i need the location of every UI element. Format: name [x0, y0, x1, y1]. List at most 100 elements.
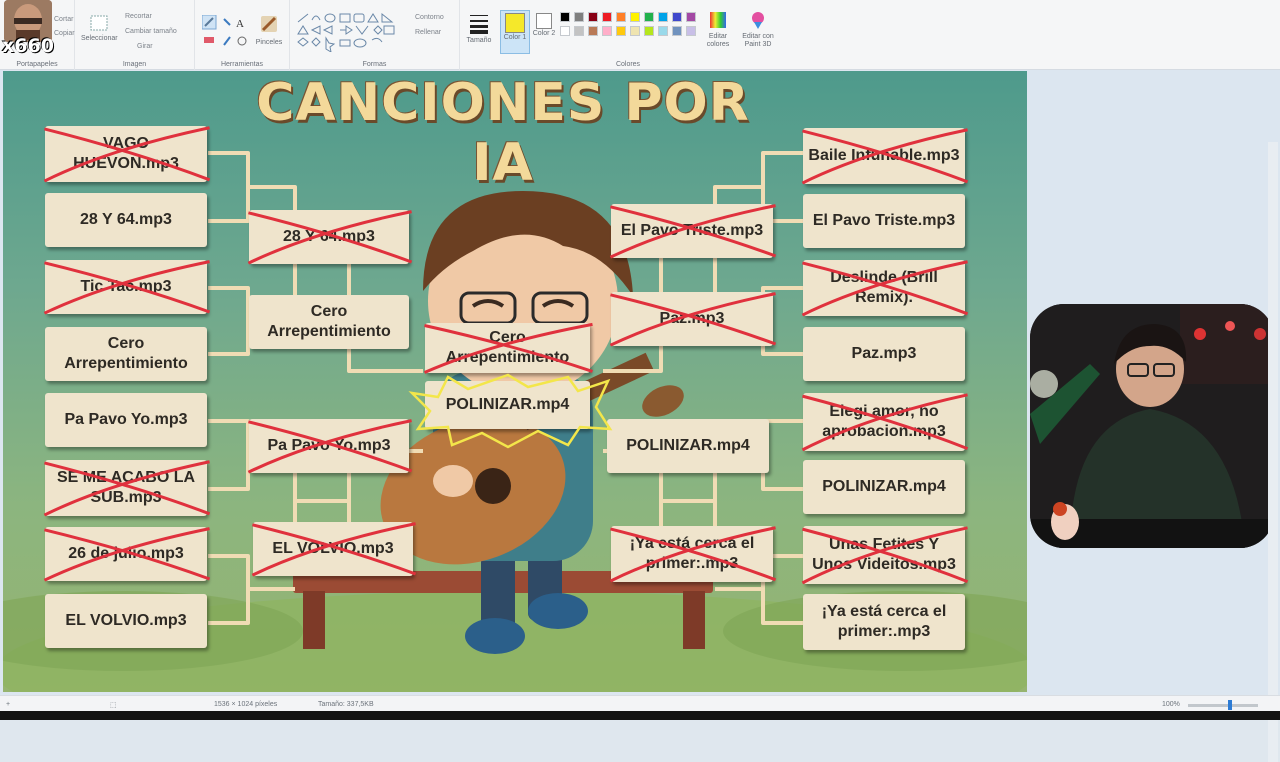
palette-swatch[interactable]: [644, 12, 654, 22]
song-title: Tic Tac.mp3: [80, 278, 172, 295]
palette-swatch[interactable]: [602, 26, 612, 36]
zoom-level: 100%: [1162, 701, 1180, 708]
edit-colors-label: Editar colores: [706, 33, 730, 48]
bracket-song-box: 26 de julio.mp3: [45, 527, 207, 581]
bracket-song-box: 28 Y 64.mp3: [45, 193, 207, 247]
streamer-camera: [1030, 304, 1274, 548]
resize-button[interactable]: Cambiar tamaño: [125, 28, 177, 35]
palette-swatch[interactable]: [686, 12, 696, 22]
file-size: Tamaño: 337,5KB: [318, 701, 374, 708]
select-button[interactable]: Seleccionar: [81, 14, 118, 43]
outline-button[interactable]: Contorno: [415, 14, 444, 21]
bracket-song-box: EL VOLVIO.mp3: [253, 522, 413, 576]
song-title: Cero Arrepentimiento: [267, 303, 391, 340]
song-title: Pa Pavo Yo.mp3: [64, 411, 188, 428]
palette-swatch[interactable]: [658, 26, 668, 36]
color2-button[interactable]: Color 2: [532, 12, 556, 38]
shapes-gallery[interactable]: [296, 12, 396, 52]
brushes-button[interactable]: Pinceles: [251, 12, 287, 47]
palette-swatch[interactable]: [560, 26, 570, 36]
color1-label: Color 1: [503, 34, 527, 41]
paint3d-label: Editar con Paint 3D: [742, 33, 774, 48]
selection-icon: ⬚: [110, 702, 117, 709]
canvas-area[interactable]: CANCIONES POR IA VAGO HUEVON.mp3 28 Y 64.…: [0, 70, 1280, 762]
zoom-slider[interactable]: [1188, 700, 1258, 710]
clipboard-label: Portapapeles: [16, 61, 58, 68]
bracket-song-box: EL VOLVIO.mp3: [45, 594, 207, 648]
size-label: Tamaño: [466, 37, 492, 44]
palette-swatch[interactable]: [602, 12, 612, 22]
bracket-song-box: POLINIZAR.mp4: [607, 419, 769, 473]
bracket-song-box: VAGO HUEVON.mp3: [45, 126, 207, 182]
brushes-label: Pinceles: [255, 39, 283, 46]
palette-swatch[interactable]: [574, 12, 584, 22]
bracket-song-box: El Pavo Triste.mp3: [611, 204, 773, 258]
palette-swatch[interactable]: [588, 26, 598, 36]
colors-group: Colores: [558, 0, 698, 70]
palette-swatch[interactable]: [658, 12, 668, 22]
bracket-image[interactable]: CANCIONES POR IA VAGO HUEVON.mp3 28 Y 64.…: [3, 71, 1027, 692]
song-title: EL VOLVIO.mp3: [65, 612, 187, 629]
size-button[interactable]: Tamaño: [463, 12, 495, 45]
bracket-song-box: Pa Pavo Yo.mp3: [249, 419, 409, 473]
palette-swatch[interactable]: [630, 26, 640, 36]
song-title: Cero Arrepentimiento: [445, 329, 570, 366]
edit-colors-button[interactable]: Editar colores: [702, 10, 734, 49]
image-label: Imagen: [122, 61, 147, 68]
bracket-song-box: 28 Y 64.mp3: [249, 210, 409, 264]
song-title: ¡Ya está cerca el primer:.mp3: [629, 535, 755, 572]
bracket-song-box: Cero Arrepentimiento: [45, 327, 207, 381]
palette-swatch[interactable]: [644, 26, 654, 36]
bottom-edge: [0, 711, 1280, 720]
paint3d-icon: [752, 12, 764, 29]
cursor-icon: +: [6, 701, 11, 708]
palette-swatch[interactable]: [574, 26, 584, 36]
fill-button[interactable]: Rellenar: [415, 29, 441, 36]
viewer-count-badge: x660: [2, 35, 54, 57]
palette-swatch[interactable]: [672, 26, 682, 36]
palette-swatch[interactable]: [560, 12, 570, 22]
bracket-song-box: POLINIZAR.mp4: [803, 460, 965, 514]
song-title: SE ME ACABO LA SUB.mp3: [56, 469, 196, 506]
select-label: Seleccionar: [81, 35, 118, 42]
copy-button[interactable]: Copiar: [54, 30, 75, 37]
bracket-song-box: Pa Pavo Yo.mp3: [45, 393, 207, 447]
bracket-song-box: Paz.mp3: [803, 327, 965, 381]
bracket-song-box: SE ME ACABO LA SUB.mp3: [45, 460, 207, 516]
crop-button[interactable]: Recortar: [125, 13, 152, 20]
zoom-thumb[interactable]: [1228, 700, 1232, 710]
song-title: POLINIZAR.mp4: [822, 478, 946, 495]
select-icon: [90, 15, 108, 31]
shapes-label: Formas: [362, 61, 387, 68]
color1-swatch: [505, 13, 525, 33]
svg-text:A: A: [236, 18, 244, 30]
line-size-icon: [470, 15, 488, 34]
palette-swatch[interactable]: [588, 12, 598, 22]
bracket-song-box: Elegi amor, no aprobacion.mp3: [803, 393, 965, 451]
palette-swatch[interactable]: [686, 26, 696, 36]
webcam-overlay: [1030, 304, 1274, 548]
song-title: ¡Ya está cerca el primer:.mp3: [821, 603, 947, 640]
bracket-song-box: Unas Fetites Y Unos Videitos.mp3: [803, 526, 965, 584]
rotate-button[interactable]: Girar: [137, 43, 153, 50]
song-title: EL VOLVIO.mp3: [272, 540, 394, 557]
bracket-song-box: El Pavo Triste.mp3: [803, 194, 965, 248]
vertical-scrollbar[interactable]: [1268, 142, 1278, 762]
color1-button[interactable]: Color 1: [500, 10, 530, 54]
palette-swatch[interactable]: [672, 12, 682, 22]
image-group: Seleccionar Recortar Cambiar tamaño Gira…: [75, 0, 195, 70]
song-title: 28 Y 64.mp3: [283, 228, 375, 245]
palette-swatch[interactable]: [630, 12, 640, 22]
song-title: POLINIZAR.mp4: [626, 437, 750, 454]
palette-swatch[interactable]: [616, 12, 626, 22]
paint3d-button[interactable]: Editar con Paint 3D: [738, 10, 778, 49]
bracket-song-box: Tic Tac.mp3: [45, 260, 207, 314]
tools-icons[interactable]: A: [202, 15, 252, 51]
song-title: Paz.mp3: [851, 345, 917, 362]
cut-button[interactable]: Cortar: [54, 16, 73, 23]
song-title: El Pavo Triste.mp3: [812, 212, 956, 229]
song-title: VAGO HUEVON.mp3: [73, 135, 179, 172]
palette-swatch[interactable]: [616, 26, 626, 36]
bracket-song-box: Paz.mp3: [611, 292, 773, 346]
bracket-song-box: Baile Infunable.mp3: [803, 128, 965, 184]
